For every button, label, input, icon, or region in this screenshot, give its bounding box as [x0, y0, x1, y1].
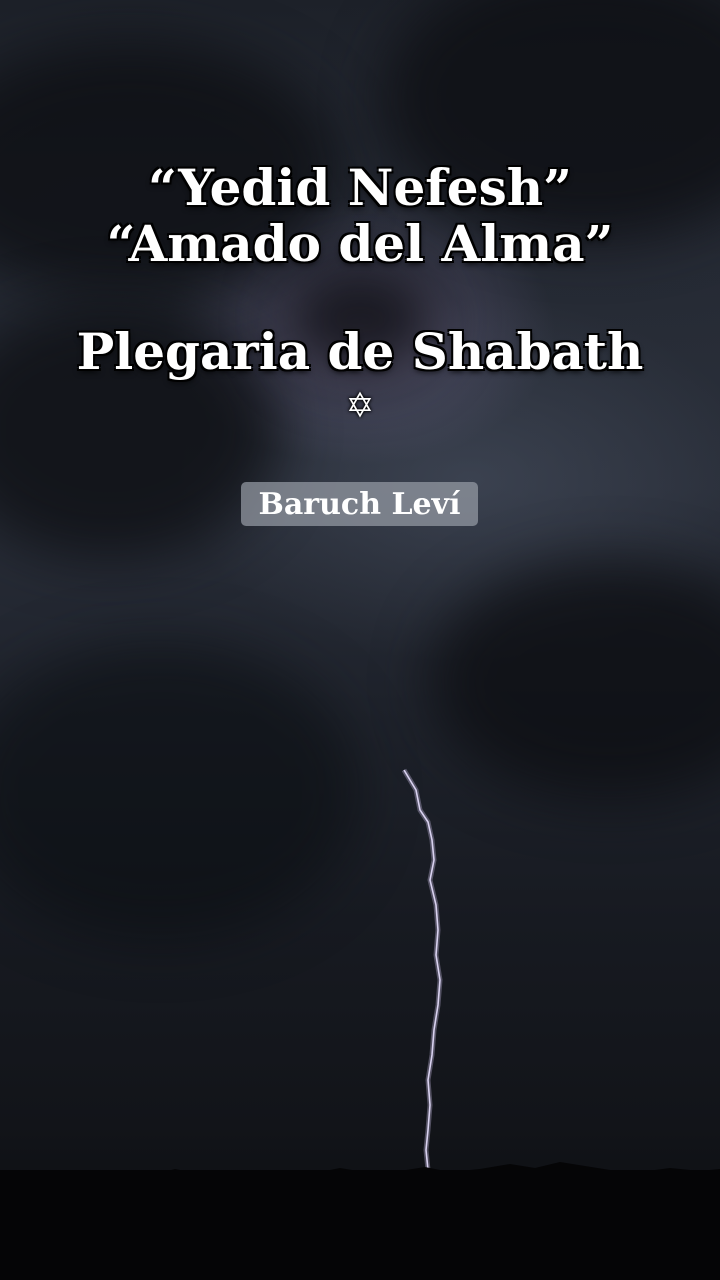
author-badge: Baruch Leví — [241, 482, 478, 526]
author-name: Baruch Leví — [258, 486, 461, 522]
title-line-2: “Amado del Alma” — [106, 214, 614, 273]
star-of-david-icon: ✡ — [345, 386, 375, 426]
title-line-1: “Yedid Nefesh” — [148, 158, 572, 217]
subtitle: Plegaria de Shabath — [76, 322, 644, 381]
video-frame: “Yedid Nefesh” “Amado del Alma” Plegaria… — [0, 0, 720, 1280]
title-block: “Yedid Nefesh” “Amado del Alma” Plegaria… — [0, 158, 720, 427]
ground — [0, 1170, 720, 1280]
